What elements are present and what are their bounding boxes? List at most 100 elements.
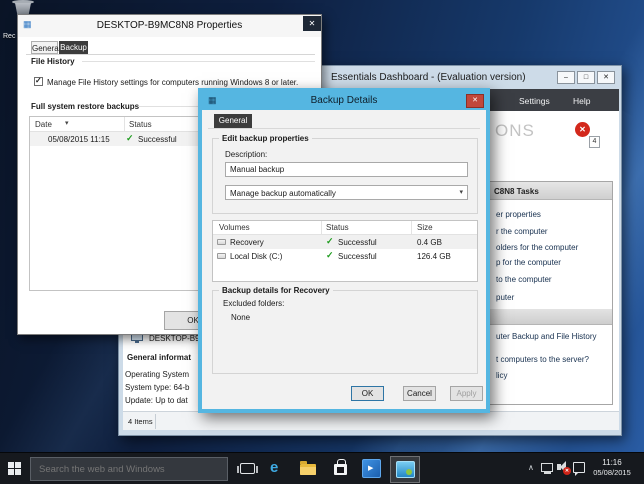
column-date[interactable]: Date bbox=[35, 120, 52, 129]
table-row[interactable]: Recovery ✓ Successful 0.4 GB bbox=[213, 235, 477, 249]
schedule-selected-value: Manage backup automatically bbox=[230, 189, 336, 198]
close-icon: ✕ bbox=[603, 74, 609, 81]
file-history-checkbox-label: Manage File History settings for compute… bbox=[47, 78, 299, 87]
task-view-button[interactable] bbox=[237, 463, 258, 474]
tab-general[interactable]: General bbox=[214, 114, 252, 128]
maximize-button[interactable]: □ bbox=[577, 71, 595, 84]
ok-button[interactable]: OK bbox=[351, 386, 384, 401]
file-explorer-button[interactable] bbox=[300, 461, 316, 475]
edit-backup-heading: Edit backup properties bbox=[219, 134, 312, 143]
windows-logo-icon bbox=[8, 462, 21, 475]
action-center-button[interactable] bbox=[573, 462, 585, 476]
schedule-dropdown[interactable]: Manage backup automatically ▾ bbox=[225, 185, 468, 200]
task-link[interactable]: olders for the computer bbox=[496, 243, 578, 252]
column-status[interactable]: Status bbox=[129, 120, 152, 129]
backup-details-group: Backup details for Recovery Excluded fol… bbox=[212, 286, 478, 374]
task-link[interactable]: to the computer bbox=[496, 275, 552, 284]
column-divider bbox=[321, 221, 322, 235]
success-check-icon: ✓ bbox=[326, 250, 334, 260]
volume-icon bbox=[217, 253, 226, 259]
task-link[interactable]: er properties bbox=[496, 210, 541, 219]
store-button[interactable] bbox=[334, 459, 347, 475]
volumes-table: Volumes Status Size Recovery ✓ Successfu… bbox=[212, 220, 478, 282]
task-view-icon bbox=[237, 463, 258, 474]
restore-backups-heading: Full system restore backups bbox=[31, 102, 140, 111]
info-system-type: System type: 64-b bbox=[125, 383, 190, 392]
general-info-heading: General informat bbox=[127, 353, 192, 362]
cancel-button[interactable]: Cancel bbox=[403, 386, 436, 401]
column-status[interactable]: Status bbox=[326, 223, 349, 232]
arrow-icon: ▶ bbox=[368, 465, 374, 472]
task-link[interactable]: t computers to the server? bbox=[496, 355, 589, 364]
backup-details-heading: Backup details for Recovery bbox=[219, 286, 333, 295]
alert-count-badge[interactable]: 4 bbox=[589, 136, 600, 148]
task-link[interactable]: r the computer bbox=[496, 227, 548, 236]
dialog-title: Backup Details bbox=[310, 95, 378, 106]
task-link[interactable]: puter bbox=[496, 293, 514, 302]
backup-date: 05/08/2015 11:15 bbox=[48, 135, 110, 144]
volume-size: 0.4 GB bbox=[417, 238, 442, 247]
apply-button[interactable]: Apply bbox=[450, 386, 483, 401]
menu-help[interactable]: Help bbox=[573, 96, 590, 106]
file-history-checkbox[interactable]: ✓ bbox=[34, 76, 43, 86]
speaker-error-badge: ✕ bbox=[563, 467, 571, 475]
backup-details-dialog: ▦ Backup Details ✕ General Edit backup p… bbox=[198, 88, 490, 413]
edge-icon[interactable]: e bbox=[270, 459, 278, 476]
dashboard-statusbar: 4 Items bbox=[123, 411, 619, 430]
tray-chevron-icon[interactable]: ∧ bbox=[528, 463, 534, 472]
volume-name: Local Disk (C:) bbox=[230, 252, 283, 261]
network-tray-button[interactable] bbox=[541, 463, 553, 474]
dialog-titlebar: ▦ Backup Details ✕ bbox=[202, 92, 486, 110]
info-os: Operating System bbox=[125, 370, 190, 379]
table-header: Volumes Status Size bbox=[213, 221, 477, 235]
error-badge-icon: ✕ bbox=[575, 122, 590, 137]
close-button[interactable]: ✕ bbox=[303, 16, 321, 31]
maximize-icon: □ bbox=[583, 74, 589, 81]
start-button[interactable] bbox=[8, 462, 21, 475]
taskbar: e ▶ ∧ ✕ 11:16 05/08/2015 bbox=[0, 452, 644, 484]
column-volumes[interactable]: Volumes bbox=[219, 223, 250, 232]
column-size[interactable]: Size bbox=[417, 223, 433, 232]
close-icon: ✕ bbox=[308, 19, 316, 28]
volume-status: Successful bbox=[338, 238, 377, 247]
success-check-icon: ✓ bbox=[326, 236, 334, 246]
menu-settings[interactable]: Settings bbox=[519, 96, 550, 106]
essentials-connector-button[interactable]: ▶ bbox=[362, 459, 381, 478]
file-history-heading: File History bbox=[31, 57, 75, 66]
close-icon: ✕ bbox=[472, 97, 478, 104]
notification-icon bbox=[573, 462, 585, 476]
close-button[interactable]: ✕ bbox=[597, 71, 615, 84]
volume-tray-button[interactable]: ✕ bbox=[557, 461, 571, 475]
search-input[interactable] bbox=[30, 457, 228, 481]
tab-backup[interactable]: Backup bbox=[59, 41, 88, 54]
checkbox-check-icon: ✓ bbox=[35, 76, 42, 85]
tab-divider bbox=[26, 54, 315, 55]
backup-status: Successful bbox=[138, 135, 177, 144]
close-button[interactable]: ✕ bbox=[466, 94, 484, 108]
column-divider bbox=[411, 221, 412, 235]
statusbar-divider bbox=[155, 414, 156, 429]
dashboard-app-icon bbox=[395, 461, 415, 478]
description-input[interactable] bbox=[225, 162, 468, 177]
clock[interactable]: 11:16 05/08/2015 bbox=[588, 457, 636, 481]
sort-desc-icon: ▾ bbox=[65, 120, 69, 127]
tasks-header-label: C8N8 Tasks bbox=[494, 187, 539, 196]
connector-app-icon: ▶ bbox=[362, 459, 381, 478]
task-link[interactable]: p for the computer bbox=[496, 258, 561, 267]
tab-general[interactable]: General bbox=[31, 41, 60, 54]
success-check-icon: ✓ bbox=[126, 133, 134, 143]
edit-backup-group: Edit backup properties Description: Mana… bbox=[212, 134, 478, 214]
volume-icon bbox=[217, 239, 226, 245]
task-link[interactable]: uter Backup and File History bbox=[496, 332, 597, 341]
minimize-button[interactable]: – bbox=[557, 71, 575, 84]
dashboard-taskbar-button[interactable] bbox=[390, 456, 420, 483]
task-link[interactable]: licy bbox=[496, 371, 508, 380]
properties-window-title: DESKTOP-B9MC8N8 Properties bbox=[96, 20, 243, 31]
properties-titlebar: ▦ DESKTOP-B9MC8N8 Properties bbox=[18, 15, 321, 37]
table-row[interactable]: Local Disk (C:) ✓ Successful 126.4 GB bbox=[213, 249, 477, 263]
volume-name: Recovery bbox=[230, 238, 264, 247]
items-count: 4 Items bbox=[128, 417, 153, 426]
group-rule bbox=[82, 61, 315, 62]
clock-date: 05/08/2015 bbox=[593, 468, 631, 477]
excluded-folders-value: None bbox=[231, 313, 251, 322]
